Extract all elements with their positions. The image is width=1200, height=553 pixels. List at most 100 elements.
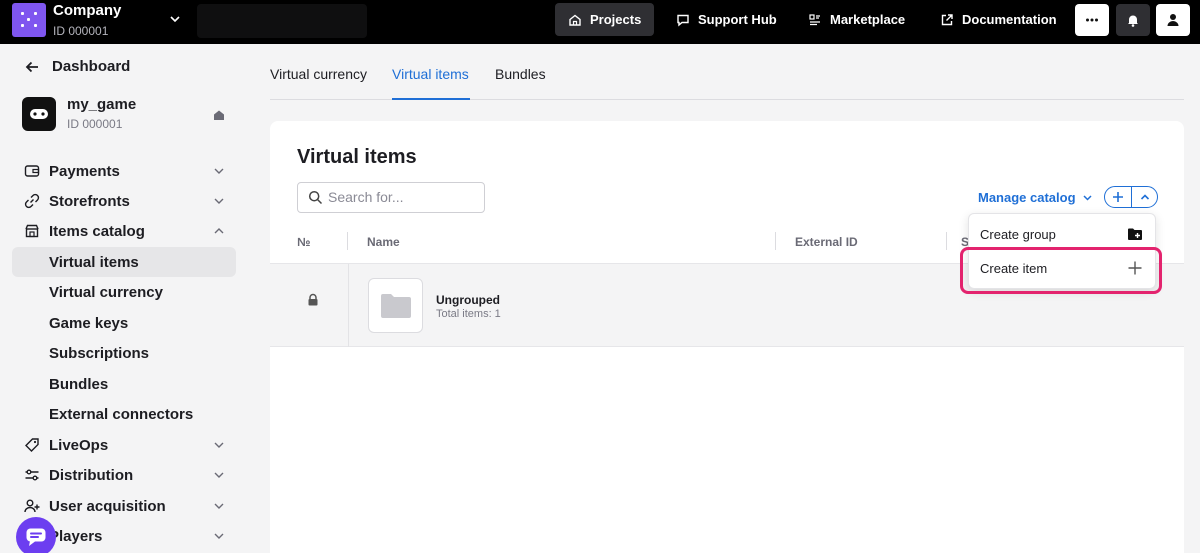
chevron-down-icon: [214, 168, 224, 174]
chevron-down-icon: [214, 198, 224, 204]
nav-marketplace-label: Marketplace: [830, 12, 906, 27]
column-header-name[interactable]: Name: [367, 235, 400, 249]
sidebar-item-distribution[interactable]: Distribution: [12, 460, 236, 490]
back-to-dashboard[interactable]: Dashboard: [24, 58, 130, 75]
sidebar-item-bundles[interactable]: Bundles: [12, 369, 236, 399]
company-logo[interactable]: [12, 3, 46, 37]
more-button[interactable]: [1075, 4, 1109, 36]
sidebar-item-game-keys[interactable]: Game keys: [12, 308, 236, 338]
column-divider: [347, 232, 348, 250]
search-icon: [308, 190, 323, 205]
folder-add-icon: [1128, 228, 1142, 240]
chevron-down-icon: [214, 503, 224, 509]
sidebar-item-liveops[interactable]: LiveOps: [12, 430, 236, 460]
add-split-button[interactable]: [1104, 186, 1158, 208]
tab-bundles[interactable]: Bundles: [495, 66, 546, 82]
plus-icon: [1113, 192, 1123, 202]
group-name[interactable]: Ungrouped: [436, 293, 500, 307]
tag-icon: [25, 438, 39, 452]
sidebar-item-items-catalog[interactable]: Items catalog: [12, 216, 236, 246]
row-divider: [348, 264, 349, 347]
group-thumbnail: [368, 278, 423, 333]
lock-icon: [308, 293, 318, 306]
chevron-up-icon: [214, 228, 224, 234]
sliders-icon: [25, 469, 39, 481]
page-title: Virtual items: [297, 146, 417, 168]
tab-virtual-items[interactable]: Virtual items: [392, 66, 469, 82]
home-icon[interactable]: [212, 108, 226, 122]
menu-item-label: Create group: [980, 227, 1056, 242]
support-chat-button[interactable]: [16, 517, 56, 553]
sidebar-item-subscriptions[interactable]: Subscriptions: [12, 338, 236, 368]
bell-icon: [1128, 15, 1138, 27]
top-bar: Company ID 000001 Projects Support Hub M…: [0, 0, 1200, 44]
sidebar-item-label: Players: [49, 527, 103, 545]
chevron-down-icon[interactable]: [168, 12, 182, 26]
sidebar-item-label: LiveOps: [49, 436, 109, 454]
column-header-external-id[interactable]: External ID: [795, 235, 858, 249]
store-icon: [25, 224, 39, 238]
marketplace-icon: [809, 13, 820, 25]
home-icon: [569, 14, 581, 26]
manage-catalog-label: Manage catalog: [978, 190, 1076, 205]
chat-bubble-icon: [26, 528, 46, 546]
sidebar-item-label: Game keys: [49, 314, 129, 332]
manage-catalog-button[interactable]: Manage catalog: [978, 190, 1093, 205]
project-selector[interactable]: [197, 4, 367, 38]
company-name[interactable]: Company: [53, 2, 121, 19]
search-input[interactable]: [328, 189, 478, 205]
sidebar-item-virtual-items[interactable]: Virtual items: [12, 247, 236, 277]
sidebar-item-user-acquisition[interactable]: User acquisition: [12, 491, 236, 521]
search-field[interactable]: [297, 182, 485, 213]
sidebar-item-storefronts[interactable]: Storefronts: [12, 186, 236, 216]
chevron-down-icon: [214, 472, 224, 478]
column-header-number: №: [297, 235, 311, 249]
group-item-count: Total items: 1: [436, 308, 501, 320]
profile-button[interactable]: [1156, 4, 1190, 36]
nav-documentation-label: Documentation: [962, 12, 1057, 27]
sidebar-item-label: Items catalog: [49, 222, 145, 240]
external-link-icon: [941, 13, 953, 25]
user-add-icon: [24, 499, 40, 513]
tab-virtual-currency[interactable]: Virtual currency: [270, 66, 367, 82]
sidebar-item-label: Payments: [49, 162, 120, 180]
nav-support-hub[interactable]: Support Hub: [663, 3, 790, 36]
more-icon: [1086, 18, 1098, 22]
nav-marketplace[interactable]: Marketplace: [795, 3, 918, 36]
sidebar-item-label: User acquisition: [49, 497, 166, 515]
arrow-left-icon: [25, 61, 38, 72]
back-label: Dashboard: [52, 58, 131, 75]
sidebar-item-label: Virtual items: [49, 253, 139, 271]
nav-projects[interactable]: Projects: [555, 3, 655, 36]
link-icon: [24, 193, 40, 209]
sidebar-item-label: Storefronts: [49, 192, 130, 210]
folder-icon: [380, 293, 411, 318]
wallet-icon: [24, 165, 40, 177]
sidebar-item-payments[interactable]: Payments: [12, 156, 236, 186]
user-icon: [1167, 14, 1179, 26]
game-avatar: [22, 97, 56, 131]
sidebar-item-virtual-currency[interactable]: Virtual currency: [12, 277, 236, 307]
virtual-items-card: Virtual items Manage catalog № Name Exte…: [270, 121, 1184, 553]
nav-projects-label: Projects: [590, 12, 642, 27]
chevron-down-icon: [214, 442, 224, 448]
sidebar-item-label: Subscriptions: [49, 344, 150, 362]
notifications-button[interactable]: [1116, 4, 1150, 36]
sidebar-item-label: Distribution: [49, 466, 134, 484]
game-name: my_game: [67, 96, 137, 113]
chevron-up-icon: [1140, 194, 1149, 200]
gamepad-icon: [30, 109, 48, 119]
active-tab-indicator: [392, 98, 470, 100]
menu-item-create-group[interactable]: Create group: [969, 216, 1157, 250]
chevron-down-icon: [214, 533, 224, 539]
nav-support-hub-label: Support Hub: [698, 12, 777, 27]
column-divider: [775, 232, 776, 250]
column-divider: [946, 232, 947, 250]
add-button[interactable]: [1105, 187, 1131, 207]
add-menu-toggle[interactable]: [1131, 187, 1157, 207]
chevron-down-icon: [1083, 195, 1092, 201]
sidebar-item-external-connectors[interactable]: External connectors: [12, 399, 236, 429]
sidebar-item-label: Bundles: [49, 375, 109, 393]
nav-documentation[interactable]: Documentation: [927, 3, 1070, 36]
company-id: ID 000001: [53, 24, 109, 38]
